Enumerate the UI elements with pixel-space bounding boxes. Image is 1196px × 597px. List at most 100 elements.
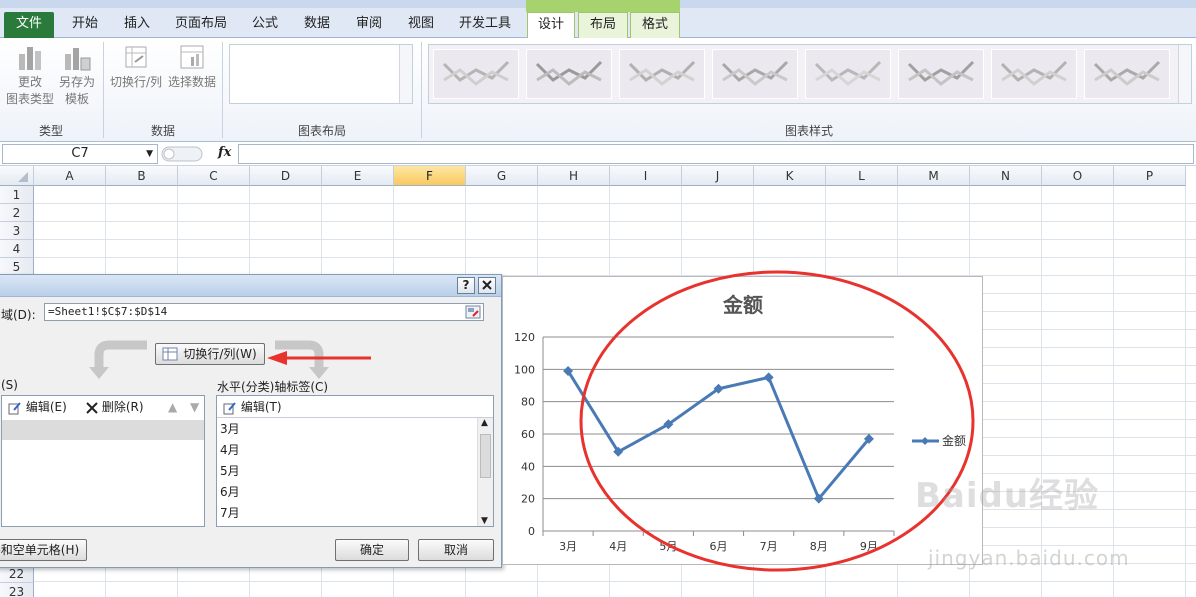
- chart-styles-gallery[interactable]: [428, 44, 1192, 104]
- tab-design[interactable]: 设计: [527, 12, 575, 39]
- column-header-p[interactable]: P: [1114, 166, 1186, 186]
- tab-format[interactable]: 格式: [630, 12, 680, 38]
- tab-data[interactable]: 数据: [292, 12, 342, 38]
- row-header[interactable]: 23: [0, 583, 34, 597]
- data-range-value: =Sheet1!$C$7:$D$14: [48, 305, 168, 318]
- axis-labels-label: 水平(分类)轴标签(C): [217, 380, 329, 394]
- chevron-down-icon[interactable]: ▼: [146, 145, 153, 163]
- edit-series-button[interactable]: 编辑(E): [8, 397, 67, 417]
- row-header[interactable]: 1: [0, 186, 34, 204]
- column-header-k[interactable]: K: [754, 166, 826, 186]
- switch-row-column-button[interactable]: 切换行/列(W): [155, 343, 265, 365]
- name-box[interactable]: C7 ▼: [2, 144, 158, 164]
- column-header-l[interactable]: L: [826, 166, 898, 186]
- list-item[interactable]: 5月: [220, 462, 240, 479]
- row-header[interactable]: 3: [0, 222, 34, 240]
- column-header-c[interactable]: C: [178, 166, 250, 186]
- column-header-d[interactable]: D: [250, 166, 322, 186]
- column-header-i[interactable]: I: [610, 166, 682, 186]
- row-header[interactable]: 2: [0, 204, 34, 222]
- style-preview-icon: [628, 60, 696, 86]
- select-data-label: 选择数据: [167, 75, 216, 89]
- move-up-icon[interactable]: ▲: [168, 397, 177, 417]
- chart-tools-context-band: [526, 0, 680, 12]
- chart-style-3[interactable]: [619, 49, 705, 99]
- column-header-m[interactable]: M: [898, 166, 970, 186]
- chart-style-1[interactable]: [433, 49, 519, 99]
- axis-labels-list[interactable]: 编辑(T) 3月 4月 5月 6月 7月 ▲ ▼: [216, 395, 494, 527]
- list-scrollbar[interactable]: ▲ ▼: [477, 418, 493, 526]
- list-divider: [217, 417, 493, 418]
- chart-style-2[interactable]: [526, 49, 612, 99]
- move-down-icon[interactable]: ▼: [190, 397, 199, 417]
- save-as-template-button[interactable]: 另存为 模板: [55, 42, 99, 108]
- data-range-input[interactable]: =Sheet1!$C$7:$D$14: [44, 303, 484, 321]
- grid-column-line: [1185, 186, 1186, 597]
- column-header-a[interactable]: A: [34, 166, 106, 186]
- edit-icon: [223, 401, 236, 414]
- styles-gallery-scroll[interactable]: [1178, 45, 1191, 103]
- tab-home[interactable]: 开始: [60, 12, 110, 38]
- tab-formulas[interactable]: 公式: [240, 12, 290, 38]
- fx-icon[interactable]: fx: [218, 145, 231, 160]
- tab-developer[interactable]: 开发工具: [450, 12, 520, 38]
- watermark-brand: Baidu经验: [915, 476, 1100, 516]
- grid-column-line: [1113, 186, 1114, 597]
- chart-style-5[interactable]: [805, 49, 891, 99]
- select-all-corner[interactable]: [0, 166, 34, 186]
- column-header-f[interactable]: F: [394, 166, 466, 186]
- switch-row-column-icon: [162, 347, 178, 361]
- gallery-scroll[interactable]: [399, 45, 412, 103]
- column-header-g[interactable]: G: [466, 166, 538, 186]
- column-header-n[interactable]: N: [970, 166, 1042, 186]
- chart-style-8[interactable]: [1084, 49, 1170, 99]
- chart-style-6[interactable]: [898, 49, 984, 99]
- list-item[interactable]: 3月: [220, 420, 240, 437]
- tab-page-layout[interactable]: 页面布局: [166, 12, 236, 38]
- list-item[interactable]: 4月: [220, 441, 240, 458]
- formula-input[interactable]: [238, 144, 1194, 164]
- row-header[interactable]: 4: [0, 240, 34, 258]
- scroll-thumb[interactable]: [480, 434, 491, 478]
- tab-view[interactable]: 视图: [396, 12, 446, 38]
- tab-file[interactable]: 文件: [4, 12, 54, 38]
- select-data-button[interactable]: 选择数据: [166, 42, 218, 91]
- tab-chart-layout[interactable]: 布局: [578, 12, 628, 38]
- cancel-button[interactable]: 取消: [418, 539, 494, 561]
- group-label-styles: 图表样式: [784, 124, 833, 138]
- edit-axis-button[interactable]: 编辑(T): [223, 397, 282, 417]
- collapse-dialog-icon[interactable]: [465, 305, 481, 319]
- ok-button[interactable]: 确定: [335, 539, 409, 561]
- list-item[interactable]: 7月: [220, 504, 240, 521]
- switch-row-column-ribbon-button[interactable]: 切换行/列: [108, 42, 164, 91]
- scroll-up-icon[interactable]: ▲: [481, 418, 488, 428]
- column-header-e[interactable]: E: [322, 166, 394, 186]
- hidden-empty-cells-button[interactable]: 格和空单元格(H): [0, 539, 87, 561]
- chart-style-7[interactable]: [991, 49, 1077, 99]
- name-box-value: C7: [71, 146, 89, 161]
- close-button[interactable]: [478, 277, 496, 294]
- tab-review[interactable]: 审阅: [344, 12, 394, 38]
- group-label-type: 类型: [38, 124, 63, 138]
- list-item[interactable]: 6月: [220, 483, 240, 500]
- chart-style-4[interactable]: [712, 49, 798, 99]
- help-button[interactable]: ?: [457, 277, 475, 294]
- tab-insert[interactable]: 插入: [112, 12, 162, 38]
- column-header-j[interactable]: J: [682, 166, 754, 186]
- y-tick-label: 20: [521, 493, 535, 506]
- column-header-o[interactable]: O: [1042, 166, 1114, 186]
- delete-series-button[interactable]: 删除(R): [86, 397, 144, 417]
- series-list-item-selected[interactable]: [2, 420, 204, 440]
- scroll-down-icon[interactable]: ▼: [481, 516, 488, 526]
- series-list[interactable]: 编辑(E) 删除(R) ▲ ▼: [1, 395, 205, 527]
- template-chart-icon: [65, 48, 91, 71]
- change-chart-type-button[interactable]: 更改 图表类型: [4, 42, 56, 108]
- style-preview-icon: [721, 60, 789, 86]
- column-header-h[interactable]: H: [538, 166, 610, 186]
- grid-column-line: [1041, 186, 1042, 597]
- red-ellipse-annotation: [579, 270, 975, 572]
- column-header-b[interactable]: B: [106, 166, 178, 186]
- data-range-label: 域(D):: [1, 308, 36, 322]
- chart-layout-gallery[interactable]: [229, 44, 413, 104]
- formula-toggle-icon[interactable]: [160, 144, 206, 164]
